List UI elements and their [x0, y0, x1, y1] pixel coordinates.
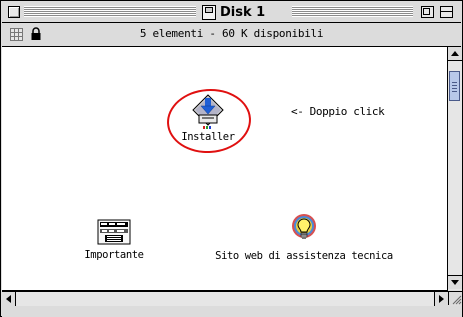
arrow-down-icon: [451, 280, 459, 285]
scroll-left-button[interactable]: [2, 292, 16, 306]
resize-grip-icon[interactable]: [448, 291, 462, 305]
finder-window: Disk 1 5 elementi - 60 K disponibili Ins…: [0, 0, 463, 317]
annotation-circle: [164, 86, 254, 156]
document-icon: [97, 219, 131, 245]
zoom-box-icon[interactable]: [421, 6, 434, 18]
vertical-scrollbar[interactable]: [448, 47, 462, 290]
scroll-down-button[interactable]: [448, 275, 462, 289]
support-website-label: Sito web di assistenza tecnica: [215, 250, 393, 262]
grid-view-icon: [10, 28, 23, 41]
arrow-up-icon: [451, 51, 459, 56]
arrow-left-icon: [6, 295, 11, 303]
info-bar: 5 elementi - 60 K disponibili: [2, 23, 461, 47]
disk-info-text: 5 elementi - 60 K disponibili: [139, 27, 324, 40]
collapse-box-icon[interactable]: [440, 6, 453, 18]
importante-item[interactable]: Importante: [74, 219, 154, 261]
double-click-note: <- Doppio click: [291, 105, 385, 118]
title-bar[interactable]: Disk 1: [2, 2, 461, 23]
scroll-up-button[interactable]: [448, 47, 462, 61]
arrow-right-icon: [439, 295, 444, 303]
window-title: Disk 1: [220, 4, 266, 20]
title-stripes-left: [24, 6, 196, 17]
importante-label: Importante: [84, 249, 144, 261]
title-stripes-right: [292, 6, 413, 17]
support-website-item[interactable]: Sito web di assistenza tecnica: [214, 213, 394, 262]
close-box-icon[interactable]: [8, 6, 20, 18]
lightbulb-icon: [292, 214, 316, 239]
disk-icon: [202, 4, 216, 20]
horizontal-scrollbar[interactable]: [2, 291, 448, 306]
window-title-group: Disk 1: [198, 3, 270, 21]
lock-icon: [31, 27, 41, 40]
window-content: Installer <- Doppio click Importante Sit…: [2, 47, 448, 291]
vertical-scroll-thumb[interactable]: [449, 71, 460, 101]
window-bottom-frame: [2, 306, 462, 317]
scroll-right-button[interactable]: [434, 292, 448, 306]
